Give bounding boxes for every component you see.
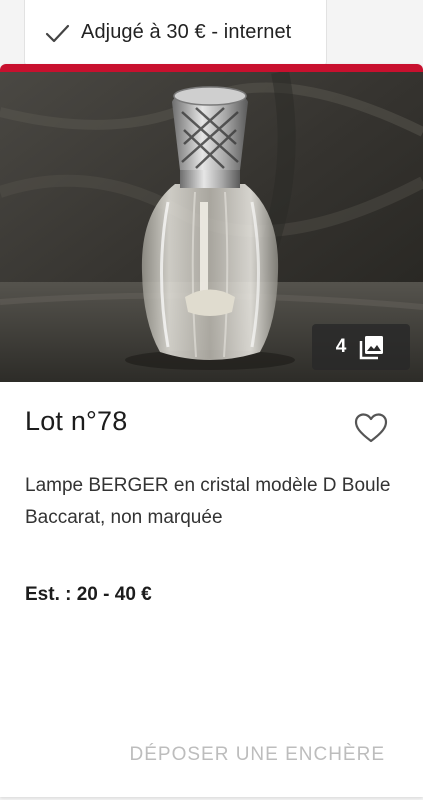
sold-status-tag: Adjugé à 30 € - internet <box>24 0 327 66</box>
sold-status-label: Adjugé à 30 € - internet <box>81 21 292 43</box>
lot-card[interactable]: 4 Lot n°78 Lampe BERGER en cristal modèl… <box>0 64 423 797</box>
lot-estimate: Est. : 20 - 40 € <box>25 584 152 605</box>
photo-count: 4 <box>335 336 347 357</box>
lot-description: Lampe BERGER en cristal modèle D Boule B… <box>25 475 391 528</box>
place-bid-button[interactable]: DÉPOSER UNE ENCHÈRE <box>130 744 386 766</box>
photo-count-badge[interactable]: 4 <box>312 324 410 370</box>
lot-photo[interactable]: 4 <box>0 72 423 382</box>
gallery-icon <box>360 336 384 360</box>
check-icon <box>45 24 70 42</box>
lot-title: Lot n°78 <box>25 406 128 436</box>
heart-outline-icon[interactable] <box>353 410 389 446</box>
